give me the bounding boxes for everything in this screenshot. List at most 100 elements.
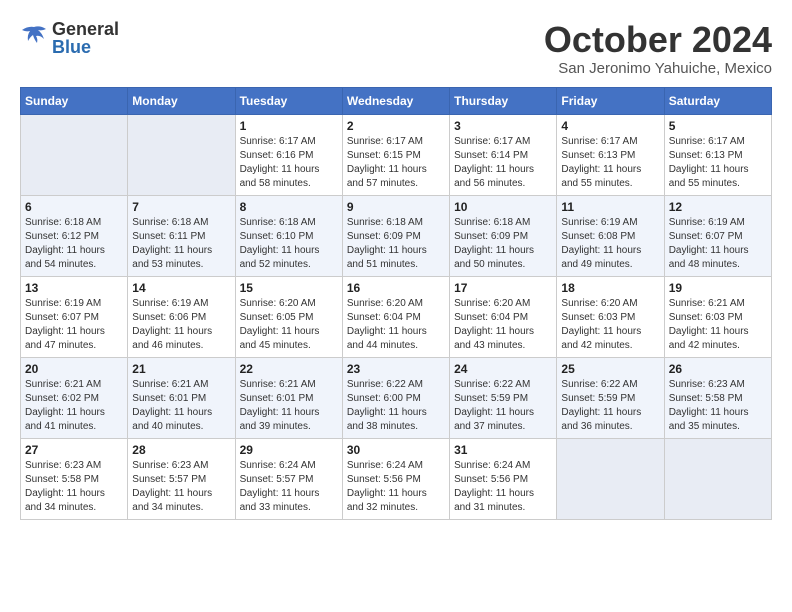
calendar-cell: 31 Sunrise: 6:24 AM Sunset: 5:56 PM Dayli… xyxy=(450,438,557,519)
day-number: 20 xyxy=(25,362,123,376)
day-number: 16 xyxy=(347,281,445,295)
day-info: Sunrise: 6:18 AM Sunset: 6:12 PM Dayligh… xyxy=(25,216,123,272)
day-info: Sunrise: 6:24 AM Sunset: 5:56 PM Dayligh… xyxy=(347,459,445,515)
calendar-cell: 26 Sunrise: 6:23 AM Sunset: 5:58 PM Dayli… xyxy=(664,357,771,438)
month-title: October 2024 xyxy=(544,20,772,60)
day-number: 21 xyxy=(132,362,230,376)
day-number: 28 xyxy=(132,443,230,457)
calendar-week-row: 27Sunrise: 6:23 AM Sunset: 5:58 PM Dayli… xyxy=(21,438,772,519)
calendar-cell xyxy=(557,438,664,519)
day-info: Sunrise: 6:22 AM Sunset: 5:59 PM Dayligh… xyxy=(454,378,552,434)
day-info: Sunrise: 6:17 AM Sunset: 6:16 PM Dayligh… xyxy=(240,135,338,191)
day-info: Sunrise: 6:21 AM Sunset: 6:02 PM Dayligh… xyxy=(25,378,123,434)
calendar-cell: 19 Sunrise: 6:21 AM Sunset: 6:03 PM Dayli… xyxy=(664,276,771,357)
day-info: Sunrise: 6:19 AM Sunset: 6:07 PM Dayligh… xyxy=(25,297,123,353)
calendar-cell: 20 Sunrise: 6:21 AM Sunset: 6:02 PM Dayli… xyxy=(21,357,128,438)
calendar-cell: 12 Sunrise: 6:19 AM Sunset: 6:07 PM Dayli… xyxy=(664,195,771,276)
day-info: Sunrise: 6:22 AM Sunset: 6:00 PM Dayligh… xyxy=(347,378,445,434)
day-number: 13 xyxy=(25,281,123,295)
weekday-header: Tuesday xyxy=(235,87,342,114)
day-info: Sunrise: 6:17 AM Sunset: 6:13 PM Dayligh… xyxy=(669,135,767,191)
day-number: 29 xyxy=(240,443,338,457)
day-number: 3 xyxy=(454,119,552,133)
weekday-header: Wednesday xyxy=(342,87,449,114)
calendar-cell: 2 Sunrise: 6:17 AM Sunset: 6:15 PM Daylig… xyxy=(342,114,449,195)
calendar-cell: 10Sunrise: 6:18 AM Sunset: 6:09 PM Dayli… xyxy=(450,195,557,276)
day-info: Sunrise: 6:20 AM Sunset: 6:05 PM Dayligh… xyxy=(240,297,338,353)
calendar-week-row: 20 Sunrise: 6:21 AM Sunset: 6:02 PM Dayli… xyxy=(21,357,772,438)
calendar-cell xyxy=(21,114,128,195)
logo-general: General xyxy=(52,20,119,38)
day-info: Sunrise: 6:23 AM Sunset: 5:58 PM Dayligh… xyxy=(25,459,123,515)
weekday-header: Sunday xyxy=(21,87,128,114)
calendar-cell: 9 Sunrise: 6:18 AM Sunset: 6:09 PM Daylig… xyxy=(342,195,449,276)
day-number: 5 xyxy=(669,119,767,133)
calendar-cell: 14 Sunrise: 6:19 AM Sunset: 6:06 PM Dayli… xyxy=(128,276,235,357)
day-number: 4 xyxy=(561,119,659,133)
day-info: Sunrise: 6:18 AM Sunset: 6:11 PM Dayligh… xyxy=(132,216,230,272)
day-info: Sunrise: 6:20 AM Sunset: 6:04 PM Dayligh… xyxy=(454,297,552,353)
location-title: San Jeronimo Yahuiche, Mexico xyxy=(544,60,772,77)
calendar-cell: 28 Sunrise: 6:23 AM Sunset: 5:57 PM Dayli… xyxy=(128,438,235,519)
calendar-cell: 5 Sunrise: 6:17 AM Sunset: 6:13 PM Daylig… xyxy=(664,114,771,195)
calendar-cell: 29 Sunrise: 6:24 AM Sunset: 5:57 PM Dayli… xyxy=(235,438,342,519)
calendar-cell: 11Sunrise: 6:19 AM Sunset: 6:08 PM Dayli… xyxy=(557,195,664,276)
calendar-week-row: 6 Sunrise: 6:18 AM Sunset: 6:12 PM Daylig… xyxy=(21,195,772,276)
calendar-cell: 7 Sunrise: 6:18 AM Sunset: 6:11 PM Daylig… xyxy=(128,195,235,276)
calendar-cell: 13 Sunrise: 6:19 AM Sunset: 6:07 PM Dayli… xyxy=(21,276,128,357)
day-info: Sunrise: 6:17 AM Sunset: 6:13 PM Dayligh… xyxy=(561,135,659,191)
day-info: Sunrise: 6:19 AM Sunset: 6:06 PM Dayligh… xyxy=(132,297,230,353)
calendar-week-row: 1 Sunrise: 6:17 AM Sunset: 6:16 PM Daylig… xyxy=(21,114,772,195)
calendar-cell: 4 Sunrise: 6:17 AM Sunset: 6:13 PM Daylig… xyxy=(557,114,664,195)
calendar-cell: 16Sunrise: 6:20 AM Sunset: 6:04 PM Dayli… xyxy=(342,276,449,357)
title-section: October 2024 San Jeronimo Yahuiche, Mexi… xyxy=(544,20,772,77)
calendar-cell: 24 Sunrise: 6:22 AM Sunset: 5:59 PM Dayli… xyxy=(450,357,557,438)
day-number: 9 xyxy=(347,200,445,214)
day-number: 23 xyxy=(347,362,445,376)
day-info: Sunrise: 6:23 AM Sunset: 5:57 PM Dayligh… xyxy=(132,459,230,515)
day-info: Sunrise: 6:19 AM Sunset: 6:07 PM Dayligh… xyxy=(669,216,767,272)
weekday-header: Thursday xyxy=(450,87,557,114)
calendar-cell: 1 Sunrise: 6:17 AM Sunset: 6:16 PM Daylig… xyxy=(235,114,342,195)
day-info: Sunrise: 6:23 AM Sunset: 5:58 PM Dayligh… xyxy=(669,378,767,434)
day-info: Sunrise: 6:21 AM Sunset: 6:01 PM Dayligh… xyxy=(132,378,230,434)
calendar-cell: 21 Sunrise: 6:21 AM Sunset: 6:01 PM Dayli… xyxy=(128,357,235,438)
day-info: Sunrise: 6:20 AM Sunset: 6:03 PM Dayligh… xyxy=(561,297,659,353)
calendar-cell: 6 Sunrise: 6:18 AM Sunset: 6:12 PM Daylig… xyxy=(21,195,128,276)
calendar-cell: 30 Sunrise: 6:24 AM Sunset: 5:56 PM Dayli… xyxy=(342,438,449,519)
day-number: 15 xyxy=(240,281,338,295)
calendar-cell: 25 Sunrise: 6:22 AM Sunset: 5:59 PM Dayli… xyxy=(557,357,664,438)
calendar-cell: 18Sunrise: 6:20 AM Sunset: 6:03 PM Dayli… xyxy=(557,276,664,357)
calendar-cell: 15 Sunrise: 6:20 AM Sunset: 6:05 PM Dayli… xyxy=(235,276,342,357)
day-number: 26 xyxy=(669,362,767,376)
day-info: Sunrise: 6:18 AM Sunset: 6:10 PM Dayligh… xyxy=(240,216,338,272)
day-number: 11 xyxy=(561,200,659,214)
day-number: 14 xyxy=(132,281,230,295)
day-number: 7 xyxy=(132,200,230,214)
calendar-cell xyxy=(664,438,771,519)
day-info: Sunrise: 6:24 AM Sunset: 5:56 PM Dayligh… xyxy=(454,459,552,515)
day-number: 25 xyxy=(561,362,659,376)
day-number: 1 xyxy=(240,119,338,133)
day-number: 12 xyxy=(669,200,767,214)
weekday-header: Monday xyxy=(128,87,235,114)
day-info: Sunrise: 6:21 AM Sunset: 6:03 PM Dayligh… xyxy=(669,297,767,353)
day-number: 31 xyxy=(454,443,552,457)
day-number: 6 xyxy=(25,200,123,214)
day-number: 2 xyxy=(347,119,445,133)
logo-text-block: General Blue xyxy=(52,20,119,56)
day-info: Sunrise: 6:17 AM Sunset: 6:15 PM Dayligh… xyxy=(347,135,445,191)
day-number: 19 xyxy=(669,281,767,295)
day-info: Sunrise: 6:24 AM Sunset: 5:57 PM Dayligh… xyxy=(240,459,338,515)
day-number: 30 xyxy=(347,443,445,457)
day-number: 24 xyxy=(454,362,552,376)
day-info: Sunrise: 6:22 AM Sunset: 5:59 PM Dayligh… xyxy=(561,378,659,434)
day-number: 17 xyxy=(454,281,552,295)
day-number: 8 xyxy=(240,200,338,214)
calendar-cell: 3Sunrise: 6:17 AM Sunset: 6:14 PM Daylig… xyxy=(450,114,557,195)
calendar-header-row: SundayMondayTuesdayWednesdayThursdayFrid… xyxy=(21,87,772,114)
day-info: Sunrise: 6:18 AM Sunset: 6:09 PM Dayligh… xyxy=(454,216,552,272)
logo-icon xyxy=(20,25,48,52)
calendar-cell: 22Sunrise: 6:21 AM Sunset: 6:01 PM Dayli… xyxy=(235,357,342,438)
day-info: Sunrise: 6:18 AM Sunset: 6:09 PM Dayligh… xyxy=(347,216,445,272)
